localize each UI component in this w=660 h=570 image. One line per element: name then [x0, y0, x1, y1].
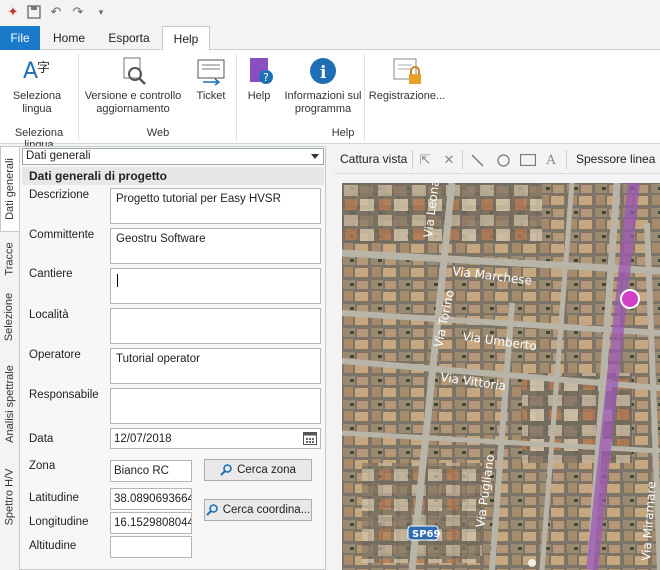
side-tabs: Dati generali Tracce Selezione Analisi s… — [0, 146, 19, 570]
side-tab-tracce[interactable]: Tracce — [0, 234, 19, 284]
delete-icon[interactable]: ✕ — [442, 152, 456, 167]
responsabile-field[interactable] — [110, 388, 321, 424]
redo-icon[interactable]: ↷ — [70, 4, 86, 20]
search-coordinates-label: Cerca coordina... — [222, 504, 311, 516]
ticket-label: Ticket — [196, 90, 226, 102]
longitudine-field[interactable]: 16.1529808044 — [110, 512, 192, 534]
side-tab-selezione[interactable]: Selezione — [0, 286, 19, 348]
panel-selector-value: Dati generali — [26, 150, 91, 162]
help-button[interactable]: ? Help — [240, 56, 278, 103]
language-icon: A字 — [23, 59, 50, 84]
ticket-button[interactable]: Ticket — [190, 56, 232, 103]
location-marker[interactable] — [620, 289, 640, 309]
panel-selector-dropdown[interactable]: Dati generali — [22, 148, 324, 165]
side-tab-dati-generali[interactable]: Dati generali — [0, 146, 19, 232]
responsabile-label: Responsabile — [29, 389, 99, 401]
side-tab-spettro-hv[interactable]: Spettro H/V — [0, 458, 19, 536]
side-tab-analisi-spettrale[interactable]: Analisi spettrale — [0, 352, 19, 456]
date-value: 12/07/2018 — [114, 433, 172, 445]
zona-field[interactable]: Bianco RC — [110, 460, 192, 482]
info-icon: i — [310, 58, 336, 84]
satellite-map[interactable]: Via Leonardo Via Marchese Via Torino Via… — [342, 183, 660, 570]
pointer-icon[interactable]: ⇱ — [418, 152, 432, 167]
tab-help[interactable]: Help — [162, 26, 210, 51]
zona-label: Zona — [29, 460, 56, 472]
help-label: Help — [247, 90, 271, 102]
tab-esporta[interactable]: Esporta — [96, 26, 162, 50]
quick-access-toolbar: ✦ ↶ ↷ ▾ — [0, 0, 660, 26]
map-toolbar: Cattura vista ⇱ ✕ A Spessore linea — [334, 146, 660, 174]
app-icon: ✦ — [7, 4, 19, 19]
circle-tool-icon[interactable] — [496, 153, 510, 167]
operatore-field[interactable]: Tutorial operator — [110, 348, 321, 384]
latitudine-field[interactable]: 38.0890693664 — [110, 488, 192, 510]
search-zone-button[interactable]: Cerca zona — [204, 459, 312, 481]
group-label-help: Help — [331, 127, 355, 139]
tab-file[interactable]: File — [0, 26, 40, 50]
text-tool-icon[interactable]: A — [544, 153, 558, 168]
descrizione-field[interactable]: Progetto tutorial per Easy HVSR — [110, 188, 321, 224]
ribbon: A字 Seleziona lingua Versione e controllo… — [0, 50, 660, 151]
tab-home[interactable]: Home — [44, 26, 94, 50]
cantiere-field[interactable] — [110, 268, 321, 304]
operatore-label: Operatore — [29, 349, 81, 361]
program-info-label: Informazioni sul programma — [284, 90, 362, 115]
search-zone-label: Cerca zona — [237, 464, 296, 476]
svg-text:字: 字 — [37, 61, 50, 76]
chevron-down-icon — [311, 154, 319, 159]
svg-text:A: A — [23, 59, 38, 84]
search-icon — [205, 504, 218, 516]
calendar-icon[interactable] — [303, 432, 317, 445]
program-info-button[interactable]: i Informazioni sul programma — [282, 56, 364, 116]
svg-text:?: ? — [263, 71, 269, 84]
undo-icon[interactable]: ↶ — [48, 4, 64, 20]
ribbon-tabs: File Home Esporta Help — [0, 26, 660, 51]
save-icon[interactable] — [26, 4, 42, 20]
select-language-button[interactable]: A字 Seleziona lingua — [6, 56, 68, 116]
help-book-icon: ? — [250, 58, 273, 84]
ticket-icon — [197, 59, 225, 86]
localita-field[interactable] — [110, 308, 321, 344]
update-search-icon — [123, 57, 146, 85]
customize-qat-icon[interactable]: ▾ — [93, 4, 109, 20]
svg-text:SP69: SP69 — [412, 529, 440, 540]
cantiere-label: Cantiere — [29, 268, 73, 280]
capture-view-button[interactable]: Cattura vista — [340, 152, 407, 166]
line-thickness-button[interactable]: Spessore linea — [576, 152, 655, 166]
svg-text:i: i — [320, 63, 327, 83]
select-language-label: Seleziona lingua — [12, 90, 62, 115]
longitudine-label: Longitudine — [29, 516, 89, 528]
lock-icon — [393, 58, 421, 84]
section-title: Dati generali di progetto — [22, 167, 324, 185]
text-cursor — [117, 274, 118, 287]
latitudine-label: Latitudine — [29, 492, 79, 504]
descrizione-label: Descrizione — [29, 189, 90, 201]
search-coordinates-button[interactable]: Cerca coordina... — [204, 499, 312, 521]
altitudine-field[interactable] — [110, 536, 192, 558]
altitudine-label: Altitudine — [29, 540, 77, 552]
group-label-web: Web — [146, 127, 170, 139]
search-icon — [220, 464, 232, 476]
localita-label: Località — [29, 309, 69, 321]
data-label: Data — [29, 433, 54, 445]
version-check-button[interactable]: Versione e controllo aggiornamento — [82, 56, 184, 116]
sp69-badge: SP69 — [407, 525, 440, 541]
committente-label: Committente — [29, 229, 95, 241]
committente-field[interactable]: Geostru Software — [110, 228, 321, 264]
registration-button[interactable]: Registrazione... — [368, 56, 446, 103]
rectangle-tool-icon[interactable] — [520, 153, 536, 167]
version-check-label: Versione e controllo aggiornamento — [84, 90, 182, 115]
line-tool-icon[interactable] — [470, 153, 484, 167]
date-picker[interactable]: 12/07/2018 — [110, 428, 321, 449]
registration-label: Registrazione... — [368, 90, 446, 102]
